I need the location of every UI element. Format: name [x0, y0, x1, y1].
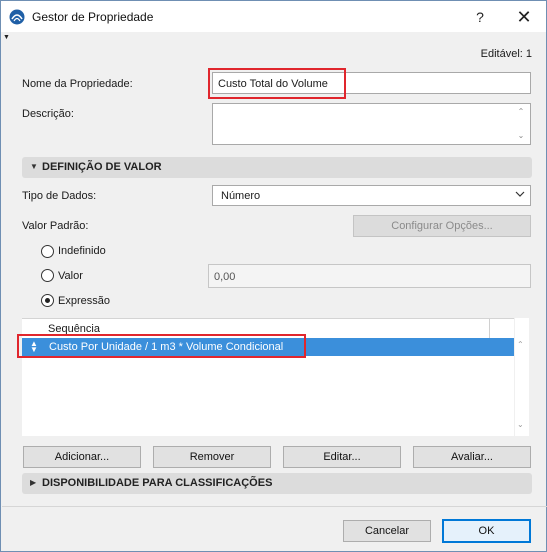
property-name-label: Nome da Propriedade: — [22, 78, 133, 90]
collapse-triangle-icon: ▼ — [30, 162, 38, 171]
description-label: Descrição: — [22, 108, 74, 120]
app-logo-icon — [9, 9, 25, 25]
expression-highlight — [17, 334, 306, 358]
add-button[interactable]: Adicionar... — [23, 446, 141, 468]
value-definition-section-header[interactable]: ▼ DEFINIÇÃO DE VALOR — [22, 157, 532, 178]
description-scroll-up-icon[interactable]: ⌃ — [516, 107, 526, 116]
radio-value-label: Valor — [58, 270, 83, 282]
ok-button[interactable]: OK — [442, 519, 531, 543]
help-icon: ? — [476, 9, 484, 25]
default-value-label: Valor Padrão: — [22, 220, 89, 232]
cancel-button[interactable]: Cancelar — [343, 520, 431, 542]
classification-section-title: DISPONIBILIDADE PARA CLASSIFICAÇÕES — [42, 477, 273, 489]
value-input[interactable]: 0,00 — [208, 264, 531, 288]
property-manager-dialog: Gestor de Propriedade ? ✕ ▼ Editável: 1 … — [0, 0, 547, 552]
column-divider — [489, 319, 490, 338]
scroll-up-icon[interactable]: ⌃ — [517, 340, 524, 349]
footer-divider — [2, 506, 547, 507]
description-textarea[interactable]: ⌃ ⌄ — [212, 103, 531, 145]
edit-button[interactable]: Editar... — [283, 446, 401, 468]
property-name-highlight — [208, 68, 346, 99]
sequence-list-scrollbar[interactable]: ⌃ ⌄ — [515, 318, 529, 436]
classification-section-header[interactable]: ▶ DISPONIBILIDADE PARA CLASSIFICAÇÕES — [22, 473, 532, 494]
radio-expression[interactable] — [41, 294, 54, 307]
radio-undefined[interactable] — [41, 245, 54, 258]
close-icon: ✕ — [516, 6, 532, 27]
description-scroll-down-icon[interactable]: ⌄ — [516, 131, 526, 140]
radio-undefined-label: Indefinido — [58, 245, 106, 257]
title-bar: Gestor de Propriedade ? ✕ — [1, 1, 546, 32]
remove-button[interactable]: Remover — [153, 446, 271, 468]
editable-count: Editável: 1 — [480, 48, 532, 60]
chevron-down-icon — [515, 191, 525, 197]
help-button[interactable]: ? — [464, 5, 496, 29]
scroll-down-icon[interactable]: ⌄ — [517, 420, 524, 429]
configure-options-button[interactable]: Configurar Opções... — [353, 215, 531, 237]
corner-dropdown-icon: ▼ — [3, 34, 10, 41]
radio-value[interactable] — [41, 269, 54, 282]
expand-triangle-icon: ▶ — [30, 478, 37, 487]
radio-expression-label: Expressão — [58, 295, 110, 307]
close-button[interactable]: ✕ — [508, 5, 540, 29]
evaluate-button[interactable]: Avaliar... — [413, 446, 531, 468]
data-type-select[interactable]: Número — [212, 185, 531, 206]
value-input-value: 0,00 — [214, 271, 236, 283]
data-type-label: Tipo de Dados: — [22, 190, 97, 202]
data-type-value: Número — [221, 190, 261, 202]
value-definition-title: DEFINIÇÃO DE VALOR — [42, 161, 162, 173]
window-title: Gestor de Propriedade — [32, 10, 154, 24]
